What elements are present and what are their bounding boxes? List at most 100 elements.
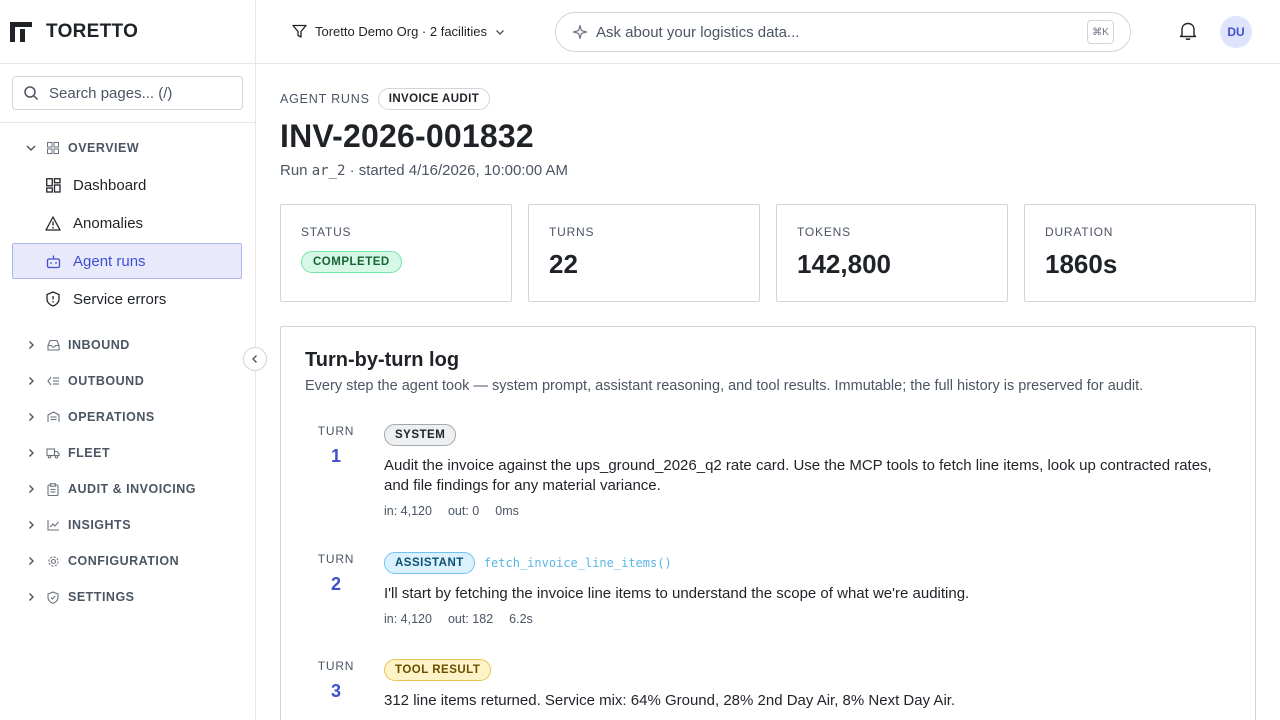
chevron-right-icon [24,556,38,566]
brand-name: TORETTO [46,20,139,42]
turn-label: TURN [317,424,355,438]
bell-icon[interactable] [1179,21,1197,41]
tool-call-link[interactable]: fetch_invoice_line_items() [484,556,672,570]
org-selector[interactable]: Toretto Demo Org · 2 facilities [292,24,513,39]
subtitle-started: · started 4/16/2026, 10:00:00 AM [345,162,569,179]
clipboard-icon [46,482,60,496]
stat-value: 22 [549,249,578,279]
turn-text: 312 line items returned. Service mix: 64… [384,692,956,709]
page-search-placeholder: Search pages... (/) [49,84,173,102]
topbar: Toretto Demo Org · 2 facilities Ask abou… [256,0,1280,64]
nav-group-label: OPERATIONS [68,410,155,424]
chevron-right-icon [24,412,38,422]
ask-ai-input[interactable]: Ask about your logistics data... ⌘K [555,12,1131,52]
turn-role-row: TOOL RESULT [384,659,1214,681]
tokens-out: out: 182 [447,612,494,626]
turn-body: SYSTEM Audit the invoice against the ups… [384,424,1214,518]
inbox-icon [46,339,60,351]
ask-ai-placeholder: Ask about your logistics data... [596,23,800,41]
turn-number: 2 [330,574,341,594]
status-badge: COMPLETED [301,251,402,273]
collapse-sidebar-button[interactable] [243,347,267,371]
nav-group-label: OUTBOUND [68,374,145,388]
role-badge-tool-result: TOOL RESULT [384,659,492,681]
outbound-icon [46,375,60,387]
sidebar-item-anomalies[interactable]: Anomalies [12,205,242,241]
nav-group-fleet[interactable]: FLEET [0,435,255,471]
nav-group-outbound[interactable]: OUTBOUND [0,363,255,399]
turn-entry-3: TURN 3 TOOL RESULT 312 line items return… [304,659,1214,711]
turn-log-description: Every step the agent took — system promp… [305,378,1144,394]
search-icon [24,86,39,101]
subtitle-prefix: Run [280,162,312,179]
truck-icon [46,447,60,459]
brand[interactable]: TORETTO [0,0,255,64]
nav-group-label: INBOUND [68,338,130,352]
nav-group-label: SETTINGS [68,590,135,604]
turn-text: Audit the invoice against the ups_ground… [384,457,1212,494]
dashboard-icon [45,177,61,193]
shield-check-icon [46,590,60,604]
stat-tokens: TOKENS 142,800 [776,204,1008,302]
warning-triangle-icon [45,215,61,231]
nav-group-settings[interactable]: SETTINGS [0,579,255,615]
robot-icon [45,254,61,269]
chevron-right-icon [24,484,38,494]
sparkle-icon [572,24,588,40]
turn-role-row: ASSISTANT fetch_invoice_line_items() [384,552,1214,574]
turn-number-col: TURN 2 [304,552,368,626]
toretto-logo-icon [10,21,32,42]
turn-number-col: TURN 1 [304,424,368,518]
stat-value: 142,800 [797,249,891,279]
nav-group-label: FLEET [68,446,111,460]
nav-group-operations[interactable]: OPERATIONS [0,399,255,435]
sidebar-item-service-errors[interactable]: Service errors [12,281,242,317]
chevron-right-icon [24,376,38,386]
chevron-right-icon [24,448,38,458]
turn-body: TOOL RESULT 312 line items returned. Ser… [384,659,1214,711]
nav-group-insights[interactable]: INSIGHTS [0,507,255,543]
turn-meta: in: 4,120 out: 0 0ms [384,504,1214,518]
nav-group-label: AUDIT & INVOICING [68,482,196,496]
role-badge-system: SYSTEM [384,424,457,446]
turn-number: 1 [330,446,341,466]
breadcrumb-agent-runs[interactable]: AGENT RUNS [280,92,370,106]
stat-label: DURATION [1045,225,1114,239]
filter-icon [292,24,307,38]
tokens-out: out: 0 [447,504,480,518]
turn-entry-2: TURN 2 ASSISTANT fetch_invoice_line_item… [304,552,1214,626]
sidebar-item-label: Agent runs [73,252,146,270]
shield-alert-icon [45,291,61,307]
turn-meta: in: 4,120 out: 182 6.2s [384,612,1214,626]
turn-entry-1: TURN 1 SYSTEM Audit the invoice against … [304,424,1214,518]
stat-label: TOKENS [797,225,851,239]
sidebar-item-dashboard[interactable]: Dashboard [12,167,242,203]
breadcrumb: AGENT RUNS INVOICE AUDIT [280,88,1256,110]
stat-turns: TURNS 22 [528,204,760,302]
turn-role-row: SYSTEM [384,424,1214,446]
user-avatar[interactable]: DU [1220,16,1252,48]
nav-group-inbound[interactable]: INBOUND [0,327,255,363]
run-id: ar_2 [311,163,346,179]
stat-label: TURNS [549,225,595,239]
turn-duration: 0ms [495,504,519,518]
gear-icon [46,555,60,568]
nav-group-audit-invoicing[interactable]: AUDIT & INVOICING [0,471,255,507]
nav-group-label: INSIGHTS [68,518,132,532]
line-chart-icon [46,519,60,531]
warehouse-icon [46,411,60,423]
collapsed-nav-groups: INBOUND OUTBOUND OPERATIONS FLEET AUDIT & IN… [0,327,255,615]
nav-group-configuration[interactable]: CONFIGURATION [0,543,255,579]
turn-text: I'll start by fetching the invoice line … [384,585,970,602]
nav-group-overview[interactable]: OVERVIEW [0,135,255,161]
stat-status: STATUS COMPLETED [280,204,512,302]
chevron-right-icon [24,520,38,530]
chevron-right-icon [24,340,38,350]
shortcut-badge: ⌘K [1087,20,1114,44]
chevron-right-icon [24,592,38,602]
sidebar-item-agent-runs[interactable]: Agent runs [12,243,242,279]
page-search-input[interactable]: Search pages... (/) [12,76,243,110]
role-badge-assistant: ASSISTANT [384,552,475,574]
turn-duration: 6.2s [509,612,533,626]
tokens-in: in: 4,120 [384,612,432,626]
